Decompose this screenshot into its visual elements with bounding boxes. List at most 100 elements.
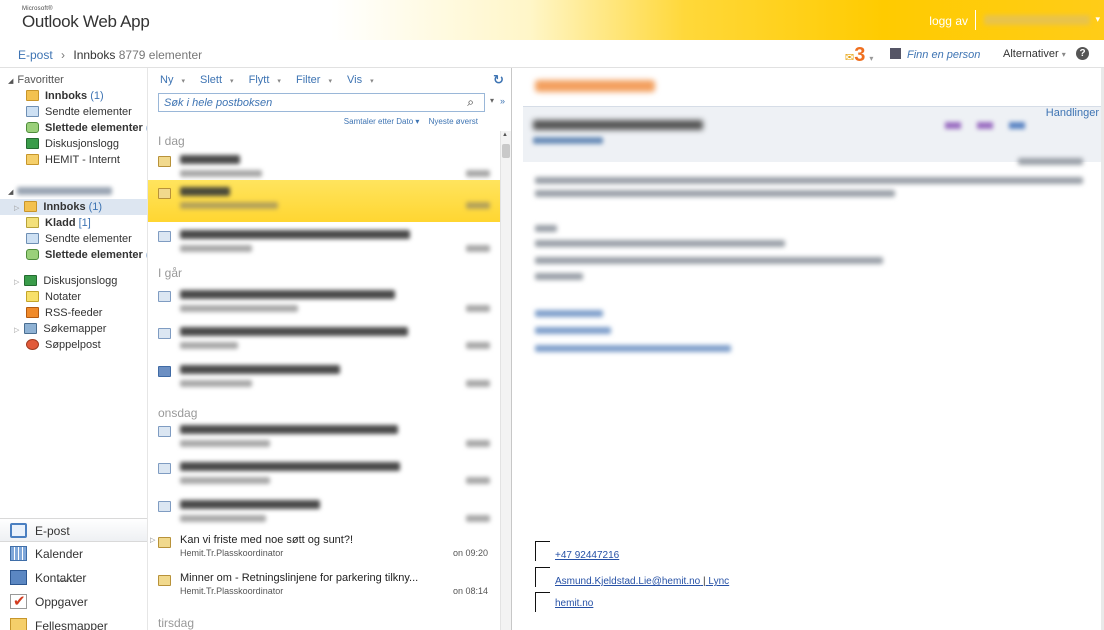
move-button[interactable]: Flytt ▾ bbox=[249, 74, 287, 86]
conversation-icon bbox=[24, 275, 38, 286]
module-tasks[interactable]: Oppgaver bbox=[0, 590, 147, 614]
fav-inbox[interactable]: Innboks (1) bbox=[0, 88, 147, 104]
group-tuesday: tirsdag bbox=[158, 616, 195, 630]
recipient-redacted[interactable] bbox=[533, 137, 603, 144]
user-menu-arrow[interactable]: ▾ bbox=[1095, 14, 1100, 25]
info-bar-redacted bbox=[535, 190, 895, 197]
message-subject-redacted bbox=[535, 80, 655, 92]
delete-button[interactable]: Slett ▾ bbox=[200, 74, 240, 86]
mail-icon bbox=[10, 523, 27, 538]
module-calendar[interactable]: Kalender bbox=[0, 542, 147, 566]
chevron-down-icon: ▾ bbox=[1061, 50, 1066, 59]
info-bar-redacted bbox=[535, 177, 1083, 184]
message-row[interactable] bbox=[148, 283, 500, 325]
message-list-pane: Ny ▾ Slett ▾ Flytt ▾ Filter ▾ Vis ▾ ↻ Søk i h… bbox=[147, 68, 512, 630]
message-header: Handlinger bbox=[523, 106, 1101, 162]
mailbox-inbox[interactable]: ▷ Innboks (1) bbox=[0, 199, 147, 215]
bell-icon: ✉ bbox=[845, 52, 855, 64]
category-icons[interactable] bbox=[945, 122, 1025, 129]
mailbox-name-redacted bbox=[17, 187, 113, 196]
sent-icon bbox=[26, 233, 39, 244]
fav-conversation-history[interactable]: Diskusjonslogg bbox=[0, 136, 147, 152]
view-button[interactable]: Vis ▾ bbox=[347, 74, 380, 86]
refresh-icon[interactable]: ↻ bbox=[493, 72, 504, 88]
public-folder-icon bbox=[10, 618, 27, 630]
mailbox-header[interactable]: ◢ bbox=[0, 183, 147, 199]
help-icon[interactable]: ? bbox=[1076, 47, 1089, 60]
expand-icon: ▷ bbox=[14, 205, 20, 212]
favorites-header[interactable]: ◢ Favoritter bbox=[0, 72, 147, 88]
signature-redacted bbox=[535, 310, 603, 317]
mailbox-notes[interactable]: Notater bbox=[0, 289, 147, 305]
mailbox-search-folders[interactable]: ▷ Søkemapper bbox=[0, 321, 147, 337]
filter-button[interactable]: Filter ▾ bbox=[296, 74, 338, 86]
app-name: Outlook Web App bbox=[22, 12, 150, 31]
lync-link[interactable]: Lync bbox=[708, 576, 729, 587]
envelope-icon bbox=[158, 231, 171, 242]
list-scrollbar[interactable]: ▲ bbox=[500, 131, 511, 630]
mailbox-rss[interactable]: RSS-feeder bbox=[0, 305, 147, 321]
sort-order[interactable]: Nyeste øverst bbox=[429, 117, 478, 126]
message-row[interactable] bbox=[148, 358, 500, 400]
fav-hemit-internal[interactable]: HEMIT - Internt bbox=[0, 152, 147, 168]
mailbox-conversation-history[interactable]: ▷ Diskusjonslogg bbox=[0, 273, 147, 289]
sort-by[interactable]: Samtaler etter Dato ▾ bbox=[337, 117, 420, 126]
actions-menu[interactable]: Handlinger bbox=[1046, 107, 1099, 119]
options-menu[interactable]: Alternativer ▾ bbox=[1003, 48, 1066, 60]
search-input[interactable]: Søk i hele postboksen ⌕ ▾ bbox=[158, 93, 494, 112]
logoff-link[interactable]: logg av bbox=[929, 14, 968, 28]
message-row[interactable] bbox=[148, 320, 500, 362]
new-button[interactable]: Ny ▾ bbox=[160, 74, 191, 86]
search-icon[interactable]: ⌕ bbox=[467, 95, 474, 110]
folder-navigation: ◢ Favoritter Innboks (1) Sendte elementer… bbox=[0, 68, 147, 630]
message-row[interactable]: ▷ Kan vi friste med noe søtt og sunt?! H… bbox=[148, 529, 500, 571]
expand-icon: ▷ bbox=[14, 327, 20, 334]
breadcrumb-email[interactable]: E-post bbox=[18, 48, 53, 62]
banner-separator bbox=[975, 10, 976, 30]
envelope-icon bbox=[158, 156, 171, 167]
phone-icon bbox=[535, 541, 550, 561]
message-row[interactable] bbox=[148, 455, 500, 497]
email-icon bbox=[535, 567, 550, 587]
notifications[interactable]: ✉3 ▾ bbox=[845, 44, 873, 67]
expand-conversation-icon[interactable]: ▷ bbox=[150, 536, 155, 544]
body-redacted bbox=[535, 240, 785, 247]
trash-icon bbox=[26, 249, 39, 260]
options-label: Alternativer bbox=[1003, 48, 1059, 60]
calendar-icon bbox=[10, 546, 27, 561]
email-link[interactable]: Asmund.Kjeldstad.Lie@hemit.no bbox=[555, 576, 700, 587]
module-contacts[interactable]: Kontakter bbox=[0, 566, 147, 590]
user-name-redacted[interactable] bbox=[984, 15, 1090, 25]
search-scope-icon[interactable]: ▾ bbox=[490, 96, 494, 105]
message-row[interactable]: Minner om - Retningslinjene for parkerin… bbox=[148, 567, 500, 609]
envelope-icon bbox=[158, 575, 171, 586]
mailbox-junk[interactable]: Søppelpost bbox=[0, 337, 147, 353]
notification-count: 3 bbox=[854, 44, 866, 66]
breadcrumb-bar: E-post › Innboks 8779 elementer ✉3 ▾ Finn… bbox=[0, 40, 1104, 68]
mailbox-deleted[interactable]: Slettede elementer (3 bbox=[0, 247, 147, 263]
folder-icon bbox=[26, 154, 39, 165]
envelope-icon bbox=[158, 426, 171, 437]
mailbox-sent[interactable]: Sendte elementer bbox=[0, 231, 147, 247]
scroll-thumb[interactable] bbox=[502, 144, 510, 158]
tasks-icon bbox=[10, 590, 27, 614]
fav-deleted[interactable]: Slettede elementer (3 bbox=[0, 120, 147, 136]
reading-pane: Handlinger +47 92447216 Asmund.Kjeldstad… bbox=[513, 68, 1104, 630]
scroll-up-icon[interactable]: ▲ bbox=[502, 132, 508, 138]
sender-redacted[interactable] bbox=[533, 120, 703, 130]
message-row-selected[interactable] bbox=[148, 180, 500, 222]
module-public-folders[interactable]: Fellesmapper bbox=[0, 614, 147, 630]
expand-search-icon[interactable]: » bbox=[500, 96, 505, 106]
find-person[interactable]: Finn en person bbox=[890, 48, 980, 61]
fav-sent[interactable]: Sendte elementer bbox=[0, 104, 147, 120]
message-row[interactable] bbox=[148, 223, 500, 265]
web-link[interactable]: hemit.no bbox=[555, 598, 593, 609]
sort-bar: Samtaler etter Dato ▾ Nyeste øverst bbox=[148, 117, 478, 126]
item-count: 8779 elementer bbox=[118, 48, 203, 62]
list-toolbar: Ny ▾ Slett ▾ Flytt ▾ Filter ▾ Vis ▾ bbox=[160, 74, 386, 86]
phone-link[interactable]: +47 92447216 bbox=[555, 550, 619, 561]
mailbox-drafts[interactable]: Kladd [1] bbox=[0, 215, 147, 231]
meeting-icon bbox=[158, 366, 171, 377]
message-row[interactable] bbox=[148, 418, 500, 460]
module-email[interactable]: E-post bbox=[0, 518, 147, 542]
